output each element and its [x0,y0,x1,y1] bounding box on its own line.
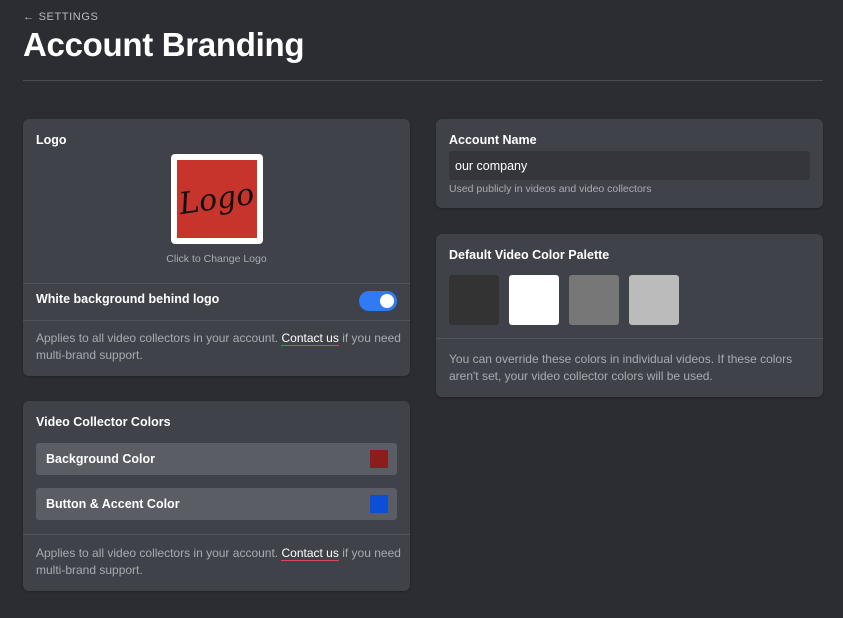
contact-us-link[interactable]: Contact us [281,546,339,561]
account-name-card: Account Name Used publicly in videos and… [436,119,823,208]
logo-card-hint: Applies to all video collectors in your … [36,330,401,364]
account-name-label: Account Name [449,133,537,147]
back-link-label: SETTINGS [38,11,99,23]
accent-color-row[interactable]: Button & Accent Color [36,488,397,520]
logo-upload-button[interactable]: Logo [171,154,263,244]
card-divider [23,283,410,284]
logo-image-text: Logo [177,176,257,222]
palette-swatch[interactable] [509,275,559,325]
white-background-toggle-label: White background behind logo [36,292,220,306]
palette-card-hint: You can override these colors in individ… [449,352,793,383]
arrow-left-icon: ← [23,11,35,23]
toggle-knob [380,294,394,308]
logo-card-title: Logo [36,133,67,147]
palette-swatch[interactable] [569,275,619,325]
collector-card-hint: Applies to all video collectors in your … [36,545,401,579]
video-color-palette-card: Default Video Color Palette You can over… [436,234,823,397]
contact-us-link[interactable]: Contact us [281,331,339,346]
account-name-hint: Used publicly in videos and video collec… [449,183,652,195]
account-name-input[interactable] [449,151,810,180]
back-to-settings-link[interactable]: ← SETTINGS [23,11,98,23]
page-title: Account Branding [23,26,305,63]
palette-card-title: Default Video Color Palette [449,248,610,262]
card-divider [436,338,823,339]
header-divider [23,80,823,81]
card-divider [23,534,410,535]
change-logo-label: Click to Change Logo [166,253,267,265]
logo-image: Logo [177,160,257,238]
hint-text: Applies to all video collectors in your … [36,331,279,345]
palette-swatch[interactable] [629,275,679,325]
background-color-row[interactable]: Background Color [36,443,397,475]
accent-color-swatch[interactable] [370,495,388,513]
palette-swatch[interactable] [449,275,499,325]
card-divider [23,320,410,321]
color-row-label: Button & Accent Color [46,497,180,511]
logo-card: Logo Logo Click to Change Logo White bac… [23,119,410,376]
hint-text: Applies to all video collectors in your … [36,546,279,560]
background-color-swatch[interactable] [370,450,388,468]
white-background-toggle[interactable] [359,291,397,311]
color-row-label: Background Color [46,452,156,466]
collector-card-title: Video Collector Colors [36,415,171,429]
video-collector-colors-card: Video Collector Colors Background Color … [23,401,410,591]
